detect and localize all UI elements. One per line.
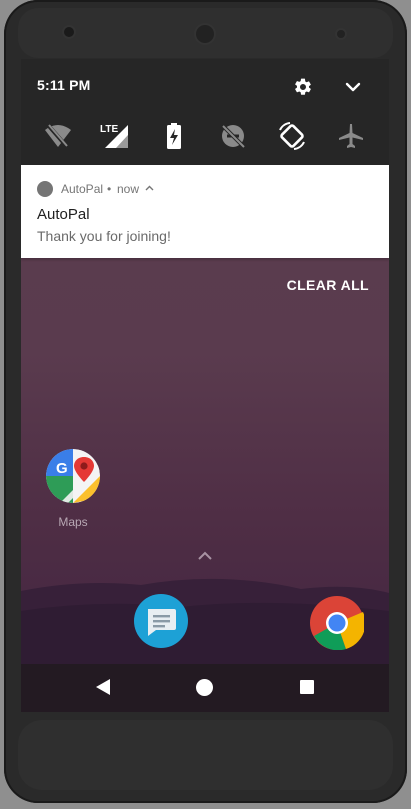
wifi-off-icon[interactable] — [43, 121, 73, 151]
app-icon — [37, 181, 53, 197]
clear-all-button[interactable]: CLEAR ALL — [287, 277, 369, 293]
app-shortcut-maps[interactable]: G Maps — [46, 449, 100, 529]
earpiece-speaker — [196, 25, 214, 43]
status-time: 5:11 PM — [37, 77, 91, 93]
quick-settings-panel: 5:11 PM LTE — [21, 59, 389, 165]
quick-settings-tiles: LTE — [21, 121, 389, 151]
notification-body: Thank you for joining! — [37, 228, 171, 244]
recents-icon[interactable] — [300, 680, 314, 694]
app-drawer-chevron-up-icon[interactable] — [197, 551, 213, 561]
notification-card[interactable]: AutoPal • now AutoPal Thank you for join… — [21, 165, 389, 258]
notification-separator: • — [107, 182, 112, 196]
notification-app-name: AutoPal — [61, 182, 104, 196]
messages-icon[interactable] — [134, 594, 188, 648]
chevron-up-icon[interactable] — [145, 185, 154, 191]
airplane-mode-icon[interactable] — [336, 121, 366, 151]
svg-text:G: G — [56, 460, 68, 477]
front-camera — [64, 27, 74, 37]
notification-title: AutoPal — [37, 206, 90, 223]
gear-icon[interactable] — [293, 77, 313, 97]
proximity-sensor — [337, 30, 345, 38]
app-label-maps: Maps — [58, 515, 88, 529]
back-icon[interactable] — [95, 678, 111, 696]
lte-signal-icon[interactable]: LTE — [100, 121, 130, 151]
home-icon[interactable] — [196, 679, 213, 696]
do-not-disturb-off-icon[interactable] — [218, 121, 248, 151]
device-bottom-bezel — [18, 720, 393, 790]
maps-icon: G — [46, 449, 100, 503]
auto-rotate-icon[interactable] — [277, 121, 307, 151]
battery-charging-icon[interactable] — [159, 121, 189, 151]
chrome-icon[interactable] — [310, 596, 364, 650]
lte-label: LTE — [100, 124, 118, 135]
device-screen: 5:11 PM LTE AutoPal • now AutoPal Thank … — [21, 59, 389, 712]
chevron-down-icon[interactable] — [343, 79, 363, 95]
navigation-bar — [21, 664, 389, 712]
notification-time: now — [117, 182, 140, 196]
